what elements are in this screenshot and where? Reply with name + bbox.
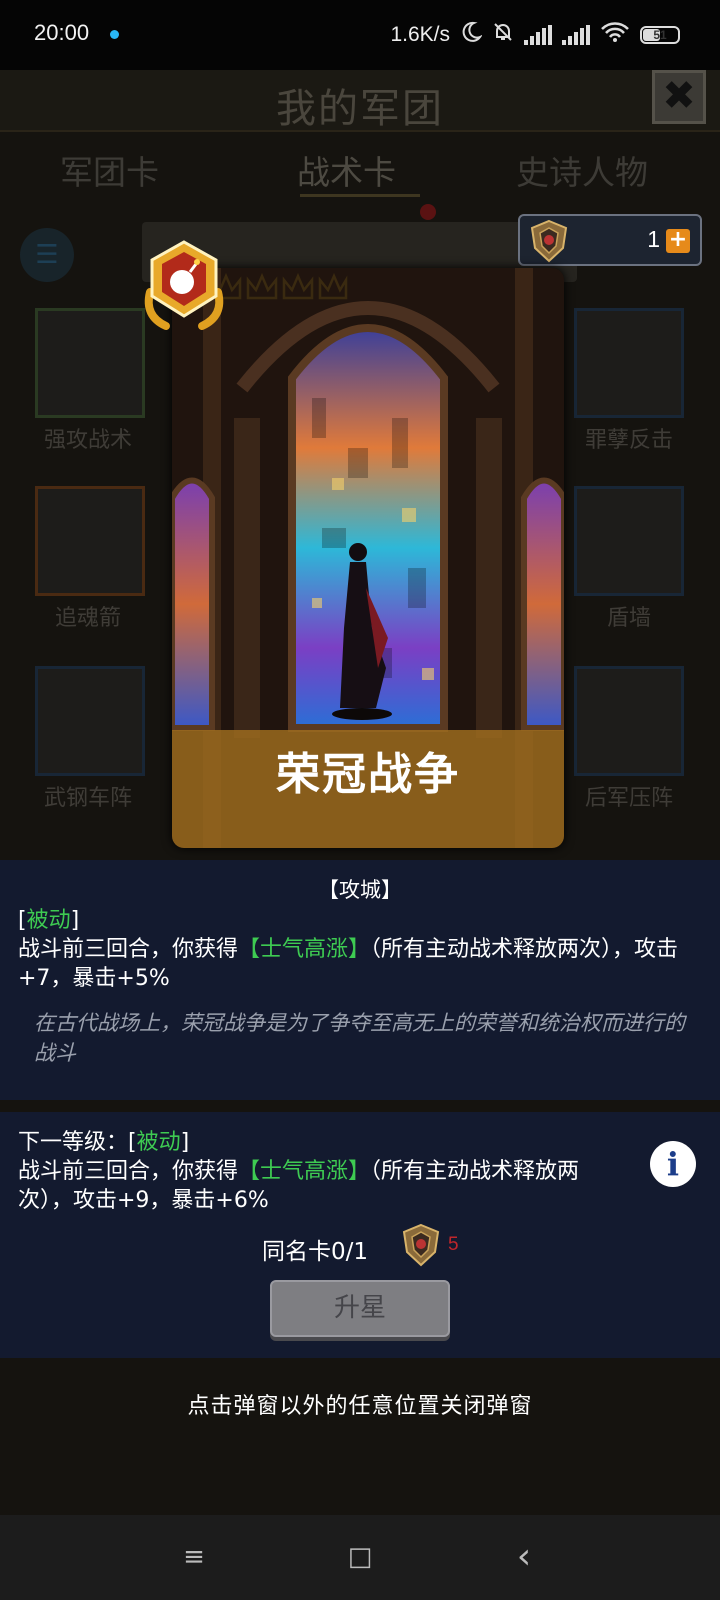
tab-underline <box>300 194 420 197</box>
card-category: 【攻城】 <box>318 878 402 902</box>
flavor-text: 在古代战场上，荣冠战争是为了争夺至高无上的荣誉和统治权而进行的战斗 <box>34 1011 685 1065</box>
tab-notification-dot <box>420 204 436 220</box>
list-menu-icon[interactable]: ☰ <box>20 228 74 282</box>
currency-box: 1 + <box>518 214 702 266</box>
card-name: 荣冠战争 <box>276 749 460 800</box>
next-level-text: 下一等级：[被动] 战斗前三回合，你获得【士气高涨】（所有主动战术释放两次），攻… <box>18 1128 610 1215</box>
bg-tactic-card[interactable] <box>35 666 145 776</box>
bg-card-label: 武钢车阵 <box>43 786 132 811</box>
next-level-bracket-close: ] <box>180 1130 190 1155</box>
navigation-bar: ≡ □ ‹ <box>0 1515 720 1600</box>
bg-card-label: 追魂箭 <box>54 606 121 631</box>
bg-card-label: 后军压阵 <box>584 786 673 811</box>
tab-tactic-cards[interactable]: 战术卡 <box>297 146 396 194</box>
bg-tactic-card[interactable] <box>35 308 145 418</box>
duplicate-count: 5 <box>448 1234 459 1255</box>
buff-name: 【士气高涨】 <box>238 937 371 962</box>
status-bar: 20:00 1.6K/s 51 <box>0 0 720 70</box>
bomb-icon <box>144 240 224 330</box>
bell-off-icon <box>492 21 514 49</box>
bracket-close: ] <box>70 908 80 933</box>
bg-tactic-card[interactable] <box>35 486 145 596</box>
crest-emblem-icon <box>402 1223 440 1267</box>
bracket-open: [ <box>18 908 27 933</box>
wifi-icon <box>600 21 630 49</box>
bg-card-label: 罪孽反击 <box>584 428 673 453</box>
bg-tactic-card[interactable] <box>574 308 684 418</box>
next-level-buff-name: 【士气高涨】 <box>238 1159 371 1184</box>
next-level-effect-prefix: 战斗前三回合，你获得 <box>18 1159 239 1184</box>
tab-epic-heroes[interactable]: 史诗人物 <box>516 146 648 194</box>
bg-header: 我的军团 ✖ <box>0 70 720 132</box>
back-icon[interactable]: ‹ <box>502 1535 546 1579</box>
close-button[interactable]: ✖ <box>652 70 706 124</box>
bg-tabs: 军团卡 战术卡 史诗人物 <box>0 136 720 220</box>
battery-level: 51 <box>653 28 667 42</box>
bg-card-label: 强攻战术 <box>43 428 132 453</box>
status-time: 20:00 <box>34 20 90 45</box>
home-icon[interactable]: □ <box>338 1535 382 1579</box>
battery-icon: 51 <box>640 26 680 44</box>
next-level-label: 下一等级：[ <box>18 1130 137 1155</box>
duplicate-card-label: 同名卡0/1 <box>262 1239 369 1265</box>
bg-card-label: 盾墙 <box>606 606 651 631</box>
description-panel: 【攻城】 [被动] 战斗前三回合，你获得【士气高涨】（所有主动战术释放两次），攻… <box>0 860 720 1100</box>
tab-legion-cards[interactable]: 军团卡 <box>60 146 159 194</box>
effect-prefix: 战斗前三回合，你获得 <box>18 937 239 962</box>
tactic-card: 荣冠战争 <box>172 268 564 848</box>
page-title: 我的军团 <box>276 86 444 132</box>
notification-dot-icon <box>110 30 119 39</box>
moon-icon <box>460 21 483 49</box>
signal-icon <box>524 25 552 45</box>
upgrade-star-button[interactable]: 升星 <box>270 1280 450 1337</box>
close-popup-hint[interactable]: 点击弹窗以外的任意位置关闭弹窗 <box>0 1388 720 1420</box>
network-speed: 1.6K/s <box>390 23 450 46</box>
menu-icon[interactable]: ≡ <box>172 1535 216 1579</box>
crest-emblem-icon <box>530 219 568 263</box>
add-currency-button[interactable]: + <box>666 229 690 253</box>
info-button[interactable]: i <box>650 1141 696 1187</box>
status-icons: 1.6K/s 51 <box>390 20 680 50</box>
bg-tactic-card[interactable] <box>574 666 684 776</box>
bg-tactic-card[interactable] <box>574 486 684 596</box>
currency-count: 1 <box>647 226 660 252</box>
next-level-type: 被动 <box>136 1130 181 1155</box>
duplicate-row: 同名卡0/1 5 <box>0 1222 720 1270</box>
effect-text: [被动] 战斗前三回合，你获得【士气高涨】（所有主动战术释放两次），攻击+7，暴… <box>18 906 690 993</box>
signal-icon <box>562 25 590 45</box>
effect-type: 被动 <box>26 908 71 933</box>
